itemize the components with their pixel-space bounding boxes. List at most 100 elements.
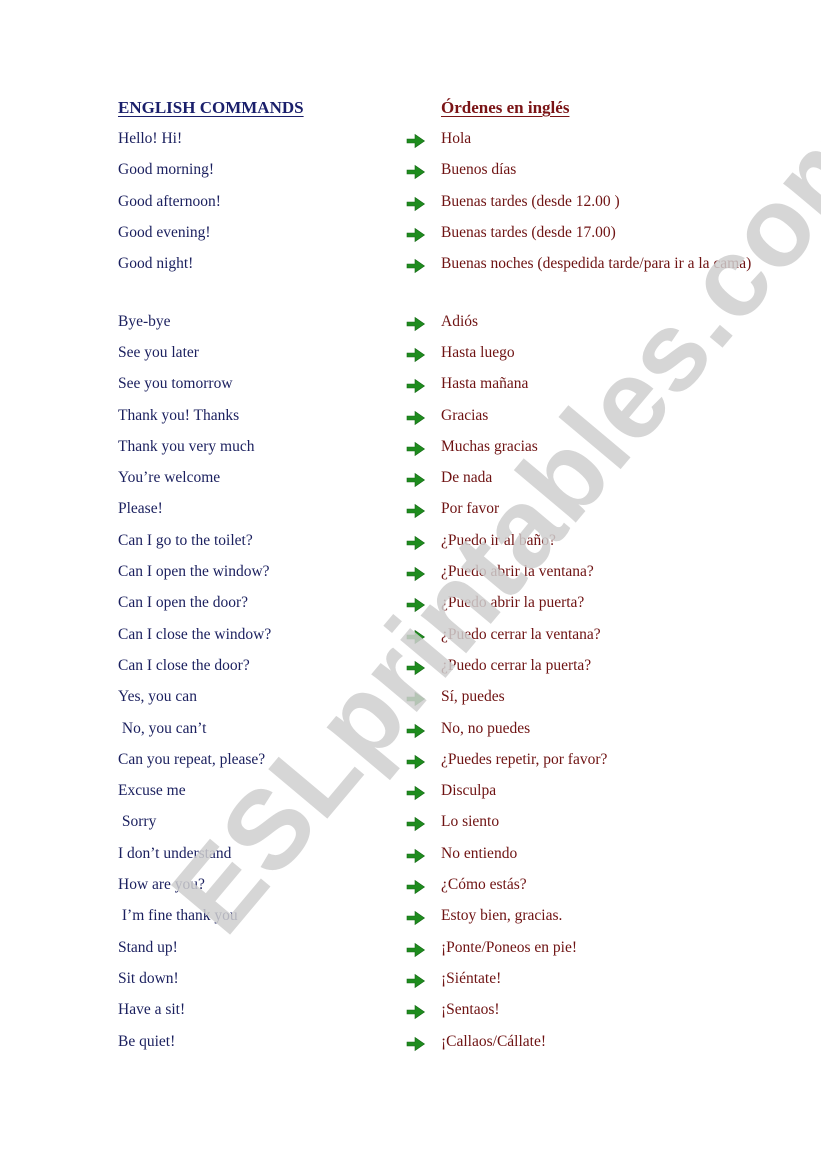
spanish-translation: Lo siento: [441, 813, 500, 831]
english-phrase: Sit down!: [118, 969, 179, 987]
spanish-translation: ¿Puedes repetir, por favor?: [441, 750, 608, 768]
green-right-arrow-icon: [406, 347, 426, 363]
phrase-row: I don’t understand No entiendo: [0, 843, 821, 874]
green-right-arrow-icon: [406, 848, 426, 864]
phrase-row: See you tomorrow Hasta mañana: [0, 373, 821, 404]
spanish-translation: ¿Cómo estás?: [441, 876, 527, 894]
english-phrase: Can I close the window?: [118, 625, 272, 643]
english-phrase: Stand up!: [118, 938, 178, 956]
phrase-row: Yes, you can Sí, puedes: [0, 686, 821, 717]
english-phrase: How are you?: [118, 876, 205, 894]
phrase-row: You’re welcome De nada: [0, 467, 821, 498]
spanish-translation: No entiendo: [441, 844, 518, 862]
phrase-row: Good afternoon! Buenas tardes (desde 12.0…: [0, 191, 821, 222]
phrase-row: Have a sit! ¡Sentaos!: [0, 999, 821, 1030]
green-right-arrow-icon: [406, 629, 426, 645]
english-phrase: No, you can’t: [118, 719, 207, 737]
phrase-row: Excuse me Disculpa: [0, 780, 821, 811]
phrase-row: Can I go to the toilet? ¿Puedo ir al baño…: [0, 530, 821, 561]
green-right-arrow-icon: [406, 879, 426, 895]
green-right-arrow-icon: [406, 597, 426, 613]
green-right-arrow-icon: [406, 942, 426, 958]
english-phrase: Bye-bye: [118, 312, 171, 330]
english-phrase: You’re welcome: [118, 469, 221, 487]
spanish-translation: ¿Puedo ir al baño?: [441, 531, 556, 549]
spanish-translation: No, no puedes: [441, 719, 531, 737]
english-phrase: Have a sit!: [118, 1001, 186, 1019]
spanish-translation: ¿Puedo cerrar la puerta?: [441, 656, 592, 674]
green-right-arrow-icon: [406, 910, 426, 926]
spanish-translation: Adiós: [441, 312, 479, 330]
spanish-translation: ¿Puedo abrir la ventana?: [441, 563, 594, 581]
green-right-arrow-icon: [406, 378, 426, 394]
english-phrase: Good evening!: [118, 223, 211, 241]
spanish-translation: De nada: [441, 469, 493, 487]
english-phrase: Sorry: [118, 813, 157, 831]
green-right-arrow-icon: [406, 1036, 426, 1052]
green-right-arrow-icon: [406, 723, 426, 739]
spanish-column-heading: Órdenes en inglés: [441, 98, 570, 117]
phrase-row: See you later Hasta luego: [0, 342, 821, 373]
green-right-arrow-icon: [406, 503, 426, 519]
green-right-arrow-icon: [406, 1004, 426, 1020]
english-phrase: See you tomorrow: [118, 375, 233, 393]
spanish-translation: Buenas tardes (desde 17.00): [441, 223, 616, 241]
spanish-translation: Hasta mañana: [441, 375, 529, 393]
phrase-row: How are you? ¿Cómo estás?: [0, 874, 821, 905]
green-right-arrow-icon: [406, 316, 426, 332]
green-right-arrow-icon: [406, 227, 426, 243]
phrase-row: Sit down! ¡Siéntate!: [0, 968, 821, 999]
phrase-list: Hello! Hi! Hola Good morning! Buenos días Go…: [0, 128, 821, 1062]
phrase-row: No, you can’t No, no puedes: [0, 718, 821, 749]
spanish-translation: Hola: [441, 130, 472, 147]
phrase-row: Sorry Lo siento: [0, 811, 821, 842]
green-right-arrow-icon: [406, 566, 426, 582]
spanish-translation: ¿Puedo abrir la puerta?: [441, 594, 585, 612]
spanish-translation: ¡Siéntate!: [441, 969, 502, 987]
english-phrase: Can I go to the toilet?: [118, 531, 253, 549]
green-right-arrow-icon: [406, 973, 426, 989]
worksheet-page: ENGLISH COMMANDS Órdenes en inglés Hello…: [0, 0, 821, 1169]
spanish-translation: ¡Callaos/Cállate!: [441, 1032, 547, 1050]
english-phrase: Yes, you can: [118, 688, 197, 706]
green-right-arrow-icon: [406, 258, 426, 274]
spanish-translation: Hasta luego: [441, 343, 515, 361]
spanish-translation: Sí, puedes: [441, 688, 505, 706]
green-right-arrow-icon: [406, 441, 426, 457]
english-phrase: Good afternoon!: [118, 192, 221, 210]
green-right-arrow-icon: [406, 660, 426, 676]
phrase-row: Can I close the door? ¿Puedo cerrar la pu…: [0, 655, 821, 686]
english-phrase: Thank you! Thanks: [118, 406, 240, 424]
spanish-translation: Buenas noches (despedida tarde/para ir a…: [441, 255, 752, 273]
english-column-heading: ENGLISH COMMANDS: [118, 98, 304, 117]
green-right-arrow-icon: [406, 691, 426, 707]
spanish-translation: Buenos días: [441, 161, 517, 179]
english-phrase: Can I open the window?: [118, 563, 270, 581]
phrase-row: Thank you! Thanks Gracias: [0, 405, 821, 436]
green-right-arrow-icon: [406, 472, 426, 488]
english-phrase: Can I open the door?: [118, 594, 248, 612]
spanish-translation: Buenas tardes (desde 12.00 ): [441, 192, 620, 210]
english-phrase: Can you repeat, please?: [118, 750, 266, 768]
english-phrase: See you later: [118, 343, 199, 361]
phrase-row: Can I open the window? ¿Puedo abrir la ve…: [0, 561, 821, 592]
green-right-arrow-icon: [406, 816, 426, 832]
phrase-row: Stand up! ¡Ponte/Poneos en pie!: [0, 937, 821, 968]
phrase-row: Please! Por favor: [0, 498, 821, 529]
english-phrase: I’m fine thank you: [118, 907, 238, 925]
spanish-translation: Estoy bien, gracias.: [441, 907, 563, 925]
english-phrase: Excuse me: [118, 782, 186, 800]
english-phrase: Please!: [118, 500, 163, 518]
spanish-translation: Disculpa: [441, 782, 497, 800]
spanish-translation: Por favor: [441, 500, 500, 518]
english-phrase: Can I close the door?: [118, 656, 250, 674]
spanish-translation: Gracias: [441, 406, 489, 424]
phrase-row: Bye-bye Adiós: [0, 311, 821, 342]
phrase-row: Hello! Hi! Hola: [0, 128, 821, 159]
phrase-row: I’m fine thank you Estoy bien, gracias.: [0, 905, 821, 936]
green-right-arrow-icon: [406, 754, 426, 770]
phrase-row: Good evening! Buenas tardes (desde 17.00): [0, 222, 821, 253]
green-right-arrow-icon: [406, 196, 426, 212]
english-phrase: I don’t understand: [118, 844, 232, 862]
green-right-arrow-icon: [406, 535, 426, 551]
